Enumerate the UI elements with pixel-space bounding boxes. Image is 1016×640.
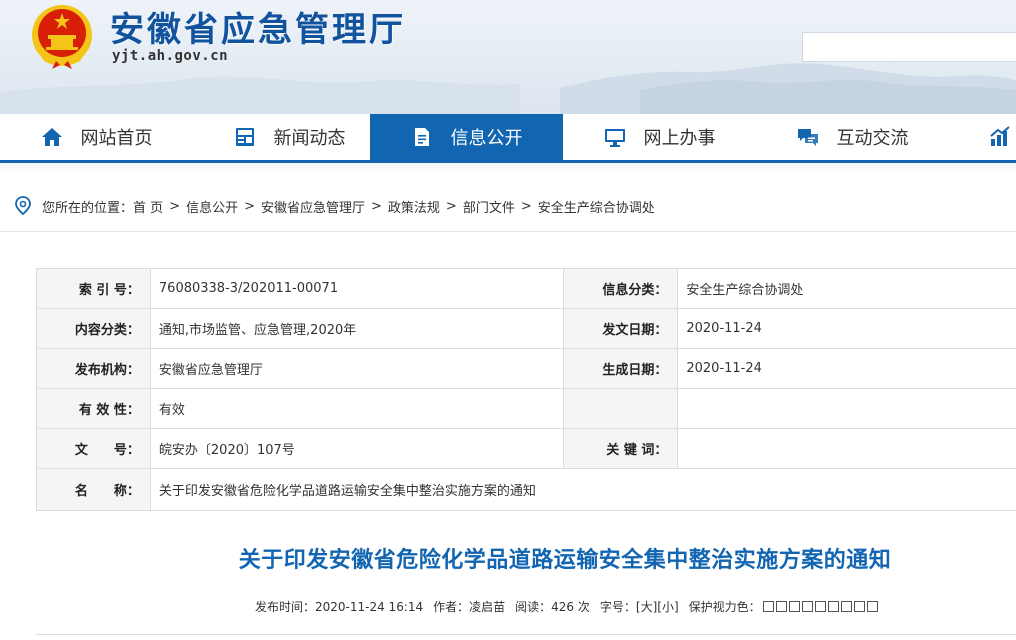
doc-number-label: 文 号：: [36, 428, 151, 469]
content-type-label: 内容分类：: [36, 308, 151, 349]
color-swatch[interactable]: [801, 601, 813, 612]
main-nav: 网站首页 新闻动态 信息公开 网上办事 互动交流: [0, 114, 1016, 160]
color-swatch[interactable]: [762, 601, 774, 612]
nav-item-label: 互动交流: [836, 128, 909, 149]
table-row: 内容分类： 通知,市场监管、应急管理,2020年 发文日期： 2020-11-2…: [36, 308, 1016, 349]
nav-item-label: 信息公开: [450, 128, 523, 149]
publish-time: 发布时间：2020-11-24 16:14: [255, 600, 424, 614]
color-swatch[interactable]: [775, 601, 787, 612]
breadcrumb-policy[interactable]: 政策法规: [388, 197, 440, 216]
breadcrumb-home[interactable]: 首 页: [133, 197, 163, 216]
table-row: 发布机构： 安徽省应急管理厅 生成日期： 2020-11-24: [36, 348, 1016, 389]
table-row: 文 号： 皖安办〔2020〕107号 关 键 词：: [36, 428, 1016, 469]
font-size-label: 字号：: [599, 600, 636, 614]
validity-label: 有 效 性：: [36, 388, 151, 429]
article-meta: 发布时间：2020-11-24 16:14 作者：凌启苗 阅读：426 次 字号…: [255, 598, 880, 615]
table-row: 名 称： 关于印发安徽省危险化学品道路运输安全集中整治实施方案的通知: [36, 468, 1016, 511]
doc-name-label: 名 称：: [36, 468, 151, 511]
font-small-button[interactable]: [小]: [657, 598, 678, 615]
nav-item-interaction[interactable]: 互动交流: [756, 114, 949, 160]
article-title: 关于印发安徽省危险化学品道路运输安全集中整治实施方案的通知: [238, 548, 892, 573]
site-header: 安徽省应急管理厅 yjt.ah.gov.cn: [0, 0, 1016, 114]
author: 作者：凌启苗: [433, 600, 506, 614]
site-url: yjt.ah.gov.cn: [112, 48, 229, 64]
monitor-icon: [604, 126, 626, 148]
created-date-label: 生成日期：: [563, 348, 679, 389]
nav-item-news[interactable]: 新闻动态: [193, 114, 386, 160]
meta-divider: [36, 634, 1016, 635]
table-row: 索 引 号： 76080338-3/202011-00071 信息分类： 安全生…: [36, 268, 1016, 309]
publisher-value: 安徽省应急管理厅: [149, 348, 565, 389]
breadcrumb-current[interactable]: 安全生产综合协调处: [538, 197, 655, 216]
index-label: 索 引 号：: [36, 268, 151, 309]
color-swatch[interactable]: [827, 601, 839, 612]
nav-item-info-public[interactable]: 信息公开: [370, 114, 563, 160]
validity-value: 有效: [149, 388, 565, 429]
doc-name-value: 关于印发安徽省危险化学品道路运输安全集中整治实施方案的通知: [149, 468, 1016, 511]
issue-date-label: 发文日期：: [563, 308, 679, 349]
issue-date-value: 2020-11-24: [677, 308, 1016, 349]
nav-item-more[interactable]: [949, 114, 1016, 160]
color-swatch[interactable]: [814, 601, 826, 612]
content-type-value: 通知,市场监管、应急管理,2020年: [149, 308, 565, 349]
eye-protect-label: 保护视力色：: [688, 600, 761, 614]
breadcrumb-separator: >: [445, 198, 457, 214]
keywords-label: 关 键 词：: [563, 428, 679, 469]
category-label: 信息分类：: [563, 268, 679, 309]
breadcrumb-divider: [0, 231, 1016, 232]
document-info-table: 索 引 号： 76080338-3/202011-00071 信息分类： 安全生…: [36, 268, 1016, 511]
breadcrumb: 您所在的位置： 首 页 > 信息公开 > 安徽省应急管理厅 > 政策法规 > 部…: [14, 196, 655, 216]
color-swatch[interactable]: [866, 601, 878, 612]
nav-item-label: 网上办事: [643, 128, 716, 149]
chart-icon: [989, 126, 1011, 148]
breadcrumb-separator: >: [371, 198, 382, 214]
home-icon: [41, 126, 63, 148]
keywords-value: [677, 428, 1016, 469]
site-title: 安徽省应急管理厅: [110, 10, 406, 50]
font-large-button[interactable]: [大]: [636, 598, 657, 615]
breadcrumb-department[interactable]: 安徽省应急管理厅: [261, 197, 365, 216]
color-swatch[interactable]: [788, 601, 800, 612]
publisher-label: 发布机构：: [36, 348, 151, 389]
index-value: 76080338-3/202011-00071: [149, 268, 565, 309]
search-input[interactable]: [802, 32, 1016, 62]
read-count: 阅读：426 次: [515, 600, 590, 614]
breadcrumb-dept-docs[interactable]: 部门文件: [463, 197, 515, 216]
nav-shadow-band: [0, 163, 1016, 175]
nav-item-label: 新闻动态: [273, 128, 346, 149]
national-emblem: [32, 5, 92, 69]
empty-value-cell: [677, 388, 1016, 429]
category-value: 安全生产综合协调处: [677, 268, 1016, 309]
location-pin-icon: [15, 196, 31, 216]
breadcrumb-separator: >: [244, 198, 255, 214]
breadcrumb-info-public[interactable]: 信息公开: [186, 197, 238, 216]
doc-number-value: 皖安办〔2020〕107号: [149, 428, 565, 469]
breadcrumb-separator: >: [520, 198, 532, 214]
breadcrumb-prefix: 您所在的位置：: [42, 200, 134, 216]
table-row: 有 效 性： 有效: [36, 388, 1016, 429]
chat-icon: [797, 126, 819, 148]
color-swatch[interactable]: [853, 601, 865, 612]
nav-item-online-service[interactable]: 网上办事: [563, 114, 756, 160]
breadcrumb-separator: >: [169, 198, 181, 214]
created-date-value: 2020-11-24: [677, 348, 1016, 389]
nav-item-label: 网站首页: [80, 128, 153, 149]
color-swatch[interactable]: [840, 601, 852, 612]
document-icon: [411, 126, 433, 148]
news-icon: [234, 126, 256, 148]
eye-protect-swatches: [762, 601, 880, 612]
nav-item-home[interactable]: 网站首页: [0, 114, 193, 160]
empty-label-cell: [563, 388, 679, 429]
